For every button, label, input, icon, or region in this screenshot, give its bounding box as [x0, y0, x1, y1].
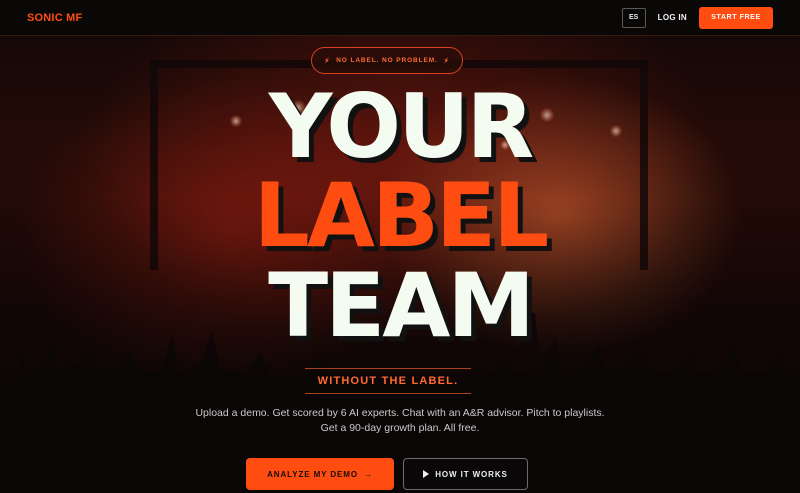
how-it-works-button-label: HOW IT WORKS: [435, 469, 508, 479]
hero-description-line: Upload a demo. Get scored by 6 AI expert…: [195, 407, 605, 419]
nav-actions: ES LOG IN START FREE: [621, 6, 773, 29]
analyze-demo-button-label: ANALYZE MY DEMO: [267, 469, 358, 479]
lightning-bolt-icon: ⚡︎: [443, 57, 450, 65]
headline-line-team: TEAM: [268, 254, 535, 357]
tagline-pill: ⚡︎ NO LABEL. NO PROBLEM. ⚡︎: [311, 47, 463, 74]
headline-line-your: YOUR: [268, 75, 535, 178]
top-nav-bar: SONIC MF ES LOG IN START FREE: [0, 0, 800, 36]
subheadline-text: WITHOUT THE LABEL.: [317, 375, 459, 387]
tagline-pill-label: NO LABEL. NO PROBLEM.: [336, 57, 438, 64]
brand-logo[interactable]: SONIC MF: [27, 12, 82, 24]
login-link[interactable]: LOG IN: [658, 13, 687, 22]
hero-description: Upload a demo. Get scored by 6 AI expert…: [150, 406, 650, 436]
analyze-demo-button[interactable]: ANALYZE MY DEMO →: [246, 458, 394, 490]
subheadline: WITHOUT THE LABEL.: [305, 368, 471, 394]
play-icon: [423, 470, 430, 478]
headline-line-label: LABEL: [253, 164, 549, 267]
start-free-button[interactable]: START FREE: [699, 6, 773, 29]
how-it-works-button[interactable]: HOW IT WORKS: [403, 458, 528, 490]
hero-description-line: Get a 90-day growth plan. All free.: [320, 422, 480, 434]
hero-section: ⚡︎ NO LABEL. NO PROBLEM. ⚡︎ YOUR LABEL T…: [0, 0, 800, 493]
lightning-bolt-icon: ⚡︎: [324, 57, 331, 65]
arrow-right-icon: →: [363, 469, 373, 479]
language-toggle-button[interactable]: ES: [621, 7, 646, 28]
